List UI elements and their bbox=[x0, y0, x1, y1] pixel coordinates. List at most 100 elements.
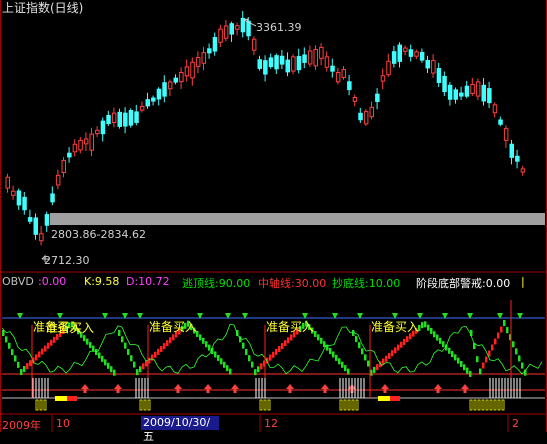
candle bbox=[257, 59, 262, 69]
warning-value: 阶段底部警戒:0.00 bbox=[416, 277, 511, 290]
indicator-bar bbox=[448, 347, 451, 354]
candle bbox=[235, 25, 240, 30]
candle bbox=[498, 119, 503, 125]
candle bbox=[296, 56, 302, 71]
indicator-bar bbox=[436, 334, 439, 341]
indicator-bar bbox=[317, 334, 320, 341]
yellow-tick bbox=[355, 399, 359, 411]
candle bbox=[5, 176, 10, 189]
candle bbox=[229, 23, 234, 35]
indicator-bar bbox=[124, 342, 127, 349]
yellow-tick bbox=[347, 399, 351, 411]
yellow-tick bbox=[343, 399, 347, 411]
mid-line-value: 中轴线:30.00 bbox=[258, 277, 327, 290]
up-arrow-icon bbox=[461, 384, 469, 389]
indicator-bar bbox=[5, 336, 8, 343]
up-arrow-icon bbox=[286, 384, 294, 389]
indicator-bar bbox=[214, 351, 217, 358]
indicator-bar bbox=[47, 342, 50, 349]
indicator-bar bbox=[53, 336, 56, 343]
candle bbox=[503, 128, 509, 141]
indicator-bar bbox=[503, 320, 506, 326]
indicator-bar bbox=[118, 330, 121, 336]
candle bbox=[100, 120, 106, 135]
candle bbox=[291, 56, 296, 72]
candle bbox=[330, 65, 335, 72]
candle bbox=[27, 217, 33, 222]
candle bbox=[263, 60, 268, 75]
axis-month-2: 2 bbox=[512, 417, 519, 430]
indicator-bar bbox=[217, 354, 220, 361]
indicator-bar bbox=[35, 354, 38, 361]
indicator-bar bbox=[485, 356, 488, 363]
candle bbox=[39, 233, 44, 242]
candle bbox=[251, 38, 257, 51]
k-value: K:9.58 bbox=[84, 275, 120, 288]
high-price-label: 3361.39 bbox=[256, 21, 302, 34]
indicator-bar bbox=[107, 362, 110, 369]
indicator-plot bbox=[1, 300, 543, 411]
indicator-bar bbox=[145, 360, 148, 367]
chart-canvas[interactable] bbox=[0, 0, 547, 432]
candle bbox=[50, 193, 55, 203]
indicator-bar bbox=[133, 361, 136, 368]
yellow-tick bbox=[493, 399, 497, 411]
indicator-bar bbox=[314, 330, 317, 337]
candle bbox=[442, 75, 447, 93]
d-value: D:10.72 bbox=[126, 275, 170, 288]
indicator-bar bbox=[208, 344, 211, 351]
price-candles bbox=[5, 10, 526, 246]
indicator-bar bbox=[394, 347, 397, 354]
indicator-bar bbox=[254, 369, 257, 376]
indicator-bar bbox=[427, 324, 430, 331]
indicator-bar bbox=[439, 337, 442, 344]
indicator-bar bbox=[169, 337, 172, 344]
candle bbox=[179, 71, 184, 83]
escape-line-value: 逃顶线:90.00 bbox=[182, 277, 251, 290]
up-arrow-stem bbox=[383, 389, 387, 393]
candle bbox=[419, 51, 425, 61]
candle bbox=[22, 196, 27, 211]
candle bbox=[123, 112, 128, 127]
yellow-tick bbox=[501, 399, 505, 411]
indicator-bar bbox=[479, 368, 482, 375]
indicator-bar bbox=[442, 341, 445, 348]
up-arrow-stem bbox=[176, 389, 180, 393]
indicator-bar bbox=[130, 355, 133, 362]
indicator-name: OBVD bbox=[2, 275, 34, 288]
indicator-bar bbox=[23, 366, 26, 373]
indicator-bar bbox=[463, 364, 466, 371]
indicator-bar bbox=[89, 342, 92, 349]
band-range-label: 2803.86-2834.62 bbox=[51, 228, 146, 241]
up-arrow-icon bbox=[81, 384, 89, 389]
up-arrow-stem bbox=[206, 389, 210, 393]
up-arrow-icon bbox=[381, 384, 389, 389]
indicator-bar bbox=[127, 348, 130, 355]
indicator-bar bbox=[205, 341, 208, 348]
candle bbox=[391, 51, 397, 64]
candle bbox=[302, 54, 307, 63]
indicator-bar bbox=[202, 337, 205, 344]
indicator-bar bbox=[220, 358, 223, 365]
candle bbox=[475, 81, 481, 97]
indicator-bar bbox=[332, 351, 335, 358]
candle bbox=[61, 159, 66, 174]
candle bbox=[16, 190, 22, 206]
candle bbox=[223, 25, 229, 39]
indicator-bar bbox=[139, 366, 142, 373]
up-arrow-stem bbox=[288, 389, 292, 393]
indicator-bar bbox=[367, 360, 370, 367]
candle bbox=[324, 56, 330, 68]
indicator-bar bbox=[406, 336, 409, 343]
yellow-tick bbox=[147, 399, 151, 411]
candle bbox=[89, 133, 94, 151]
indicator-bar bbox=[400, 341, 403, 348]
candle bbox=[151, 97, 156, 102]
indicator-bar bbox=[8, 342, 11, 349]
indicator-bar bbox=[361, 348, 364, 355]
candle bbox=[408, 49, 414, 57]
candle bbox=[55, 174, 61, 186]
indicator-legend: OBVD :0.00 K:9.58 D:10.72 逃顶线:90.00 中轴线:… bbox=[0, 275, 547, 290]
candle bbox=[341, 69, 346, 78]
up-arrow-stem bbox=[83, 389, 87, 393]
